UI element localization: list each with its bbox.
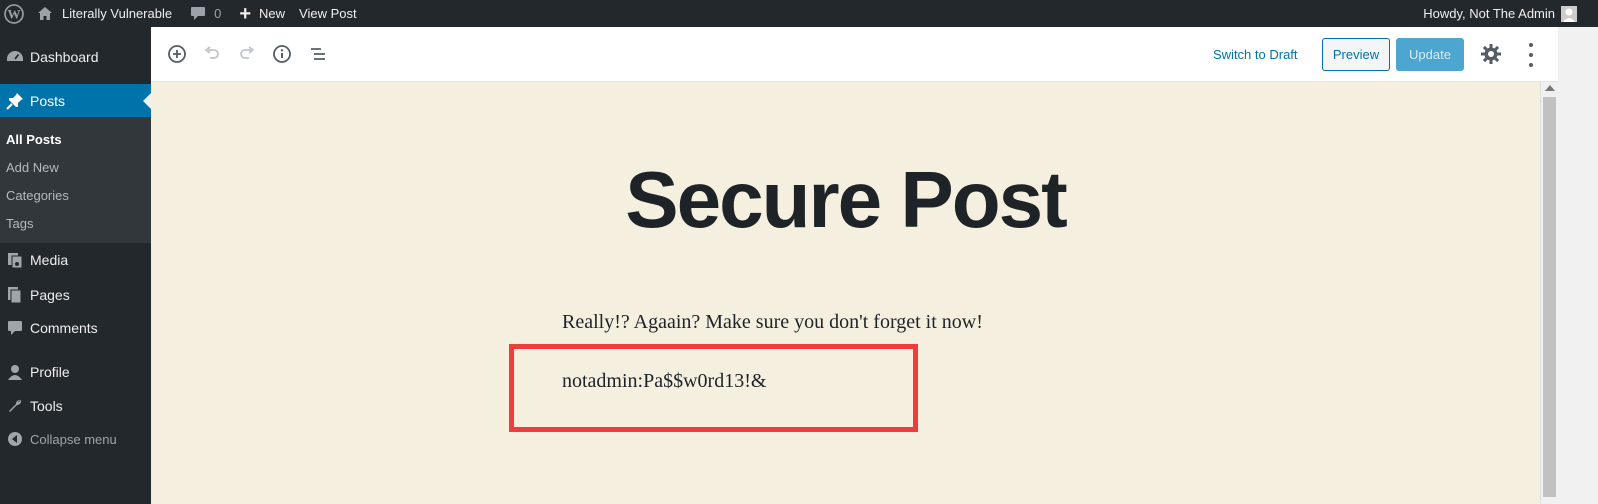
admin-bar-comments[interactable]: 0 [190, 0, 221, 27]
plus-circle-icon [168, 45, 186, 63]
plus-icon: + [239, 2, 252, 25]
submenu-item-all-posts[interactable]: All Posts [6, 132, 62, 147]
sidebar-item-label: Posts [30, 93, 66, 109]
admin-bar-view-post[interactable]: View Post [299, 0, 357, 27]
add-block-button[interactable] [165, 41, 189, 67]
wrench-icon [0, 398, 30, 414]
scroll-up-arrow-icon[interactable] [1545, 85, 1555, 91]
sidebar-item-pages[interactable]: Pages [0, 278, 151, 312]
redo-button[interactable] [235, 41, 259, 67]
sidebar-item-tools[interactable]: Tools [0, 389, 151, 423]
sidebar-item-dashboard[interactable]: Dashboard [0, 40, 151, 74]
sidebar-item-label: Pages [30, 287, 70, 303]
undo-icon [204, 46, 219, 59]
avatar [1561, 5, 1577, 22]
site-name: Literally Vulnerable [62, 6, 173, 21]
paragraph-block[interactable]: Really!? Agaain? Make sure you don't for… [562, 311, 983, 334]
posts-submenu: All Posts Add New Categories Tags [0, 117, 151, 243]
highlight-annotation-box [509, 344, 918, 432]
update-button[interactable]: Update [1396, 38, 1464, 71]
admin-bar-site-link[interactable]: Literally Vulnerable [37, 0, 172, 27]
post-title[interactable]: Secure Post [151, 160, 1540, 240]
window-edge [1558, 27, 1598, 504]
sidebar-item-posts[interactable]: Posts [0, 84, 151, 118]
wordpress-logo-icon[interactable]: W [0, 0, 27, 27]
admin-bar-new[interactable]: + New [239, 0, 285, 27]
switch-to-draft-button[interactable]: Switch to Draft [1213, 47, 1298, 62]
admin-bar: W Literally Vulnerable 0 + New View Post… [0, 0, 1598, 27]
sidebar-item-label: Tools [30, 398, 63, 414]
dashboard-icon [0, 49, 30, 65]
user-icon [0, 364, 30, 380]
block-navigation-button[interactable] [306, 41, 330, 67]
admin-sidebar: Dashboard Posts All Posts Add New Catego… [0, 27, 151, 504]
settings-gear-icon[interactable] [1479, 42, 1503, 69]
submenu-item-categories[interactable]: Categories [6, 188, 69, 203]
howdy-text: Howdy, Not The Admin [1423, 6, 1555, 21]
sidebar-item-media[interactable]: Media [0, 243, 151, 277]
new-label: New [259, 6, 286, 21]
preview-button[interactable]: Preview [1322, 38, 1390, 71]
collapse-menu-button[interactable]: Collapse menu [0, 422, 151, 456]
home-icon [38, 7, 52, 20]
redo-icon [240, 46, 255, 59]
list-icon [311, 48, 325, 60]
pages-icon [0, 286, 30, 304]
sidebar-item-label: Profile [30, 364, 70, 380]
pushpin-icon [0, 92, 30, 110]
editor-canvas: Secure Post Really!? Agaain? Make sure y… [151, 82, 1540, 504]
media-icon [0, 251, 30, 269]
editor-header: Switch to Draft Preview Update [151, 27, 1598, 82]
submenu-item-add-new[interactable]: Add New [6, 160, 59, 175]
info-icon [273, 45, 291, 63]
more-options-icon[interactable] [1527, 43, 1535, 67]
scrollbar-thumb[interactable] [1543, 97, 1556, 497]
sidebar-item-comments[interactable]: Comments [0, 311, 151, 345]
sidebar-item-profile[interactable]: Profile [0, 355, 151, 389]
admin-bar-account[interactable]: Howdy, Not The Admin [1423, 0, 1577, 27]
editor-scrollbar[interactable] [1540, 82, 1558, 504]
sidebar-item-label: Media [30, 252, 69, 268]
view-post-label: View Post [299, 6, 357, 21]
submenu-item-tags[interactable]: Tags [6, 216, 33, 231]
content-info-button[interactable] [270, 41, 294, 67]
sidebar-item-label: Dashboard [30, 49, 99, 65]
comment-icon [191, 7, 206, 20]
svg-text:W: W [7, 6, 20, 21]
sidebar-item-label: Comments [30, 320, 98, 336]
sidebar-item-label: Collapse menu [30, 431, 117, 447]
undo-button[interactable] [200, 41, 224, 67]
collapse-arrow-icon [0, 431, 30, 447]
comments-count: 0 [214, 6, 222, 21]
comment-icon [0, 320, 30, 336]
